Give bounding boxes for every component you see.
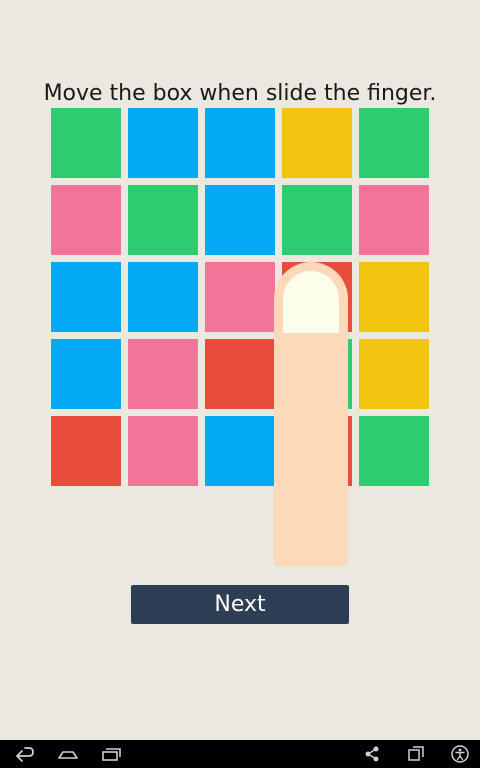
- color-grid: [51, 108, 429, 486]
- grid-cell-red[interactable]: [282, 262, 352, 332]
- accessibility-icon[interactable]: [450, 744, 470, 764]
- grid-cell-green[interactable]: [128, 185, 198, 255]
- recent-apps-icon[interactable]: [100, 744, 122, 764]
- grid-cell-green[interactable]: [282, 185, 352, 255]
- grid-cell-green[interactable]: [359, 416, 429, 486]
- screen-rotate-icon[interactable]: [406, 744, 426, 764]
- grid-cell-blue[interactable]: [205, 185, 275, 255]
- instruction-text: Move the box when slide the finger.: [43, 81, 437, 106]
- grid-cell-pink[interactable]: [359, 185, 429, 255]
- grid-cell-green[interactable]: [51, 108, 121, 178]
- grid-cell-blue[interactable]: [205, 108, 275, 178]
- grid-cell-pink[interactable]: [128, 416, 198, 486]
- system-navigation-bar: [0, 740, 480, 768]
- grid-cell-red[interactable]: [205, 339, 275, 409]
- grid-cell-blue[interactable]: [51, 339, 121, 409]
- tutorial-screen: Move the box when slide the finger. Next: [0, 0, 480, 768]
- home-icon[interactable]: [56, 744, 80, 764]
- grid-cell-green[interactable]: [359, 108, 429, 178]
- grid-cell-pink[interactable]: [128, 339, 198, 409]
- grid-cell-pink[interactable]: [51, 185, 121, 255]
- grid-cell-pink[interactable]: [205, 262, 275, 332]
- grid-cell-blue[interactable]: [205, 416, 275, 486]
- grid-cell-blue[interactable]: [128, 262, 198, 332]
- grid-cell-blue[interactable]: [51, 262, 121, 332]
- next-button[interactable]: Next: [131, 585, 349, 624]
- grid-cell-yellow[interactable]: [359, 339, 429, 409]
- share-icon[interactable]: [364, 744, 380, 764]
- grid-cell-green[interactable]: [282, 339, 352, 409]
- grid-cell-yellow[interactable]: [282, 108, 352, 178]
- grid-cell-yellow[interactable]: [359, 262, 429, 332]
- grid-cell-red[interactable]: [51, 416, 121, 486]
- grid-cell-blue[interactable]: [128, 108, 198, 178]
- grid-cell-red[interactable]: [282, 416, 352, 486]
- back-icon[interactable]: [14, 744, 36, 764]
